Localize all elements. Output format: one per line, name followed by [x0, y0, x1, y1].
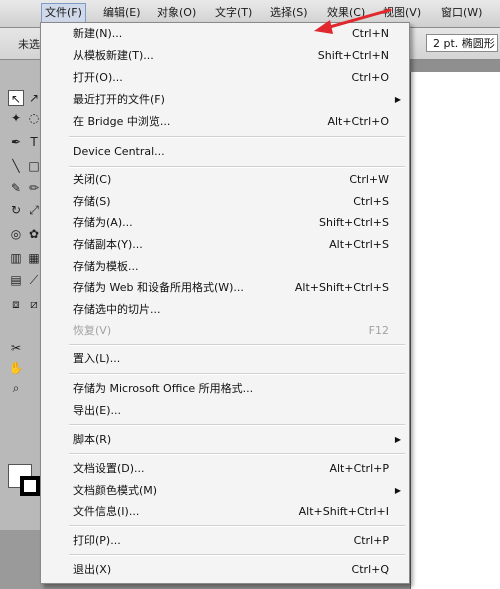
menu-item-save[interactable]: 存储(S) Ctrl+S — [41, 191, 409, 212]
menu-item-label: 存储为模板... — [73, 260, 139, 273]
menu-item-scripts[interactable]: 脚本(R) ▶ — [41, 429, 409, 450]
menu-item-new[interactable]: 新建(N)... Ctrl+N — [41, 23, 409, 44]
menu-select[interactable]: 选择(S) — [267, 4, 311, 22]
menu-item-label: 存储为 Web 和设备所用格式(W)... — [73, 281, 244, 294]
zoom-icon[interactable]: ⌕ — [8, 380, 24, 396]
menu-item-label: 存储副本(Y)... — [73, 238, 143, 251]
menu-item-shortcut: Ctrl+N — [351, 27, 389, 40]
gradient-icon[interactable]: ▤ — [8, 272, 24, 288]
stroke-field[interactable]: 2 pt. 椭圆形 — [426, 34, 498, 52]
menu-item-label: 最近打开的文件(F) — [73, 93, 165, 106]
hand-icon[interactable]: ✋ — [8, 360, 24, 376]
menu-item-label: 导出(E)... — [73, 404, 122, 417]
stroke-swatch[interactable] — [20, 476, 40, 496]
paintbrush-icon[interactable]: ✎ — [8, 180, 24, 196]
menu-item-save-as-template[interactable]: 存储为模板... — [41, 256, 409, 277]
rotate-icon[interactable]: ↻ — [8, 202, 24, 218]
menu-separator — [69, 166, 405, 168]
menu-item-shortcut: Alt+Ctrl+S — [329, 238, 389, 251]
menu-item-save-as[interactable]: 存储为(A)... Shift+Ctrl+S — [41, 212, 409, 233]
menu-separator — [69, 525, 405, 527]
menu-item-browse-in-bridge[interactable]: 在 Bridge 中浏览... Alt+Ctrl+O — [41, 111, 409, 132]
menu-item-label: 文档设置(D)... — [73, 462, 145, 475]
scissors-icon[interactable]: ✂ — [8, 340, 24, 356]
line-icon[interactable]: ╲ — [8, 158, 24, 174]
menu-item-label: 打开(O)... — [73, 71, 123, 84]
artboard[interactable] — [410, 72, 500, 589]
menu-item-label: 存储为 Microsoft Office 所用格式... — [73, 382, 254, 395]
menu-item-label: 存储选中的切片... — [73, 303, 161, 316]
menu-effect[interactable]: 效果(C) — [324, 4, 368, 22]
blend-icon[interactable]: ⧈ — [8, 296, 24, 312]
menu-item-place[interactable]: 置入(L)... — [41, 348, 409, 369]
menu-item-label: 恢复(V) — [73, 324, 112, 337]
submenu-arrow-icon: ▶ — [394, 95, 401, 104]
menu-item-shortcut: Ctrl+P — [353, 534, 389, 547]
menu-item-shortcut: Ctrl+Q — [351, 563, 389, 576]
menu-item-document-color-mode[interactable]: 文档颜色模式(M) ▶ — [41, 480, 409, 501]
menu-separator — [69, 554, 405, 556]
graph-icon[interactable]: ▥ — [8, 250, 24, 266]
pen-icon[interactable]: ✒ — [8, 134, 24, 150]
selection-status: 未选 — [18, 38, 40, 51]
menu-item-shortcut: Alt+Ctrl+O — [327, 115, 389, 128]
menu-item-shortcut: Alt+Shift+Ctrl+I — [298, 505, 389, 518]
menu-item-label: 从模板新建(T)... — [73, 49, 154, 62]
menu-item-label: 存储为(A)... — [73, 216, 133, 229]
menu-item-shortcut: Ctrl+S — [353, 195, 389, 208]
menu-separator — [69, 424, 405, 426]
menu-item-label: 文件信息(I)... — [73, 505, 140, 518]
menu-file[interactable]: 文件(F) — [41, 3, 86, 23]
menu-item-open[interactable]: 打开(O)... Ctrl+O — [41, 67, 409, 88]
menu-item-shortcut: Alt+Ctrl+P — [329, 462, 389, 475]
menu-item-label: 新建(N)... — [73, 27, 123, 40]
menu-item-file-info[interactable]: 文件信息(I)... Alt+Shift+Ctrl+I — [41, 501, 409, 522]
menu-type[interactable]: 文字(T) — [212, 4, 255, 22]
menu-item-label: 脚本(R) — [73, 433, 112, 446]
menu-item-exit[interactable]: 退出(X) Ctrl+Q — [41, 559, 409, 580]
menu-item-shortcut: Ctrl+O — [351, 71, 389, 84]
file-menu-dropdown: 新建(N)... Ctrl+N 从模板新建(T)... Shift+Ctrl+N… — [40, 22, 410, 584]
menu-separator — [69, 136, 405, 138]
menu-separator — [69, 344, 405, 346]
menu-item-label: 文档颜色模式(M) — [73, 484, 158, 497]
submenu-arrow-icon: ▶ — [394, 486, 401, 495]
menu-separator — [69, 453, 405, 455]
menu-item-label: 关闭(C) — [73, 173, 112, 186]
menu-item-document-setup[interactable]: 文档设置(D)... Alt+Ctrl+P — [41, 458, 409, 479]
menu-item-save-for-web[interactable]: 存储为 Web 和设备所用格式(W)... Alt+Shift+Ctrl+S — [41, 277, 409, 298]
menu-item-label: 在 Bridge 中浏览... — [73, 115, 171, 128]
menu-item-label: 打印(P)... — [73, 534, 121, 547]
warp-icon[interactable]: ◎ — [8, 226, 24, 242]
menu-item-device-central[interactable]: Device Central... — [41, 141, 409, 162]
selection-icon[interactable]: ↖ — [8, 90, 24, 106]
menu-item-save-selected-slices[interactable]: 存储选中的切片... — [41, 299, 409, 320]
menu-item-new-from-template[interactable]: 从模板新建(T)... Shift+Ctrl+N — [41, 45, 409, 66]
menu-item-shortcut: Shift+Ctrl+S — [319, 216, 389, 229]
menu-item-shortcut: Ctrl+W — [349, 173, 389, 186]
menu-item-save-copy[interactable]: 存储副本(Y)... Alt+Ctrl+S — [41, 234, 409, 255]
menu-item-export[interactable]: 导出(E)... — [41, 400, 409, 421]
menu-object[interactable]: 对象(O) — [154, 4, 199, 22]
menu-item-label: 存储(S) — [73, 195, 111, 208]
menu-item-label: 置入(L)... — [73, 352, 121, 365]
submenu-arrow-icon: ▶ — [394, 435, 401, 444]
menu-view[interactable]: 视图(V) — [380, 4, 424, 22]
menu-item-shortcut: Alt+Shift+Ctrl+S — [294, 281, 389, 294]
menu-item-label: Device Central... — [73, 145, 165, 158]
menu-item-label: 退出(X) — [73, 563, 112, 576]
menu-window[interactable]: 窗口(W) — [438, 4, 485, 22]
menu-item-shortcut: Shift+Ctrl+N — [317, 49, 389, 62]
menu-item-revert: 恢复(V) F12 — [41, 320, 409, 341]
menu-item-save-for-office[interactable]: 存储为 Microsoft Office 所用格式... — [41, 378, 409, 399]
menu-item-close[interactable]: 关闭(C) Ctrl+W — [41, 169, 409, 190]
menu-edit[interactable]: 编辑(E) — [100, 4, 144, 22]
menu-item-open-recent[interactable]: 最近打开的文件(F) ▶ — [41, 89, 409, 110]
menu-separator — [69, 373, 405, 375]
menu-item-shortcut: F12 — [368, 324, 389, 337]
menu-item-print[interactable]: 打印(P)... Ctrl+P — [41, 530, 409, 551]
tools-panel: ↖ ↗ ✦ ◌ ✒ T ╲ □ ✎ ✏ ↻ ⤢ ◎ ✿ ▥ ▦ ▤ ⟋ ⧈ ⧄ … — [0, 60, 45, 530]
magic-wand-icon[interactable]: ✦ — [8, 110, 24, 126]
